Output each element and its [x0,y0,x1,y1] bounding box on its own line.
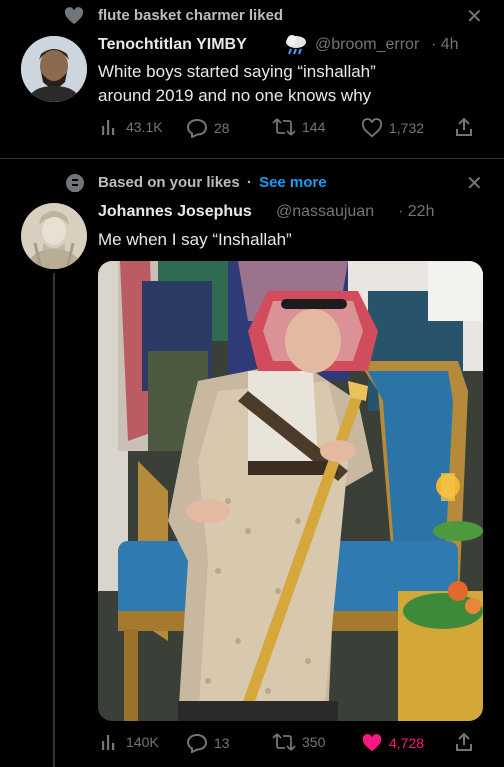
like-count: 1,732 [389,120,425,136]
reply-count: 13 [214,735,230,751]
author-handle[interactable]: @nassaujuan [276,203,374,221]
avatar[interactable] [21,36,87,102]
reply-button[interactable]: 13 [186,733,230,753]
retweet-count: 350 [302,734,326,750]
analytics-icon [100,733,120,751]
avatar[interactable] [21,203,87,269]
share-icon[interactable] [454,732,474,757]
heart-filled-icon [361,733,383,753]
retweet-icon [272,733,296,751]
see-more-link[interactable]: See more [259,174,327,191]
close-icon[interactable]: ✕ [466,4,483,29]
analytics-icon [100,118,120,136]
context-label[interactable]: flute basket charmer liked [98,7,283,24]
tweet-2[interactable]: Based on your likes · See more ✕ Johanne… [0,159,504,767]
views-count: 140K [126,734,159,750]
tweet-media-image[interactable] [98,261,483,721]
tweet-text-line: White boys started saying “inshallah” [98,62,376,81]
context-row: Based on your likes · See more [98,174,327,191]
like-button[interactable]: 4,728 [361,733,424,753]
author-handle[interactable]: @broom_error [315,36,419,54]
like-count: 4,728 [389,735,425,751]
retweet-button[interactable]: 144 [272,118,325,136]
close-icon[interactable]: ✕ [466,171,483,196]
tweet-text: White boys started saying “inshallah” ar… [98,60,488,108]
views-count: 43.1K [126,119,163,135]
thread-line [53,273,55,767]
reply-icon [186,733,208,753]
heart-outline-icon [361,118,383,138]
share-icon[interactable] [454,117,474,142]
tweet-time[interactable]: · 22h [398,203,434,221]
views-button[interactable]: 43.1K [100,118,163,136]
tweet-time[interactable]: · 4h [431,36,459,54]
suggested-icon [64,173,86,200]
views-button[interactable]: 140K [100,733,159,751]
tweet-text: Me when I say “Inshallah” [98,230,292,249]
context-separator: · [246,174,252,191]
retweet-button[interactable]: 350 [272,733,325,751]
heart-icon [64,7,84,30]
tweet-1[interactable]: flute basket charmer liked ✕ Tenochtitla… [0,0,504,158]
author-name[interactable]: Tenochtitlan YIMBY [98,36,247,54]
retweet-count: 144 [302,119,326,135]
context-label: Based on your likes [98,174,240,191]
retweet-icon [272,118,296,136]
author-name[interactable]: Johannes Josephus [98,203,252,221]
like-button[interactable]: 1,732 [361,118,424,138]
tweet-text-line: around 2019 and no one knows why [98,86,372,105]
rain-cloud-icon [284,34,308,61]
reply-button[interactable]: 28 [186,118,230,138]
reply-count: 28 [214,120,230,136]
reply-icon [186,118,208,138]
